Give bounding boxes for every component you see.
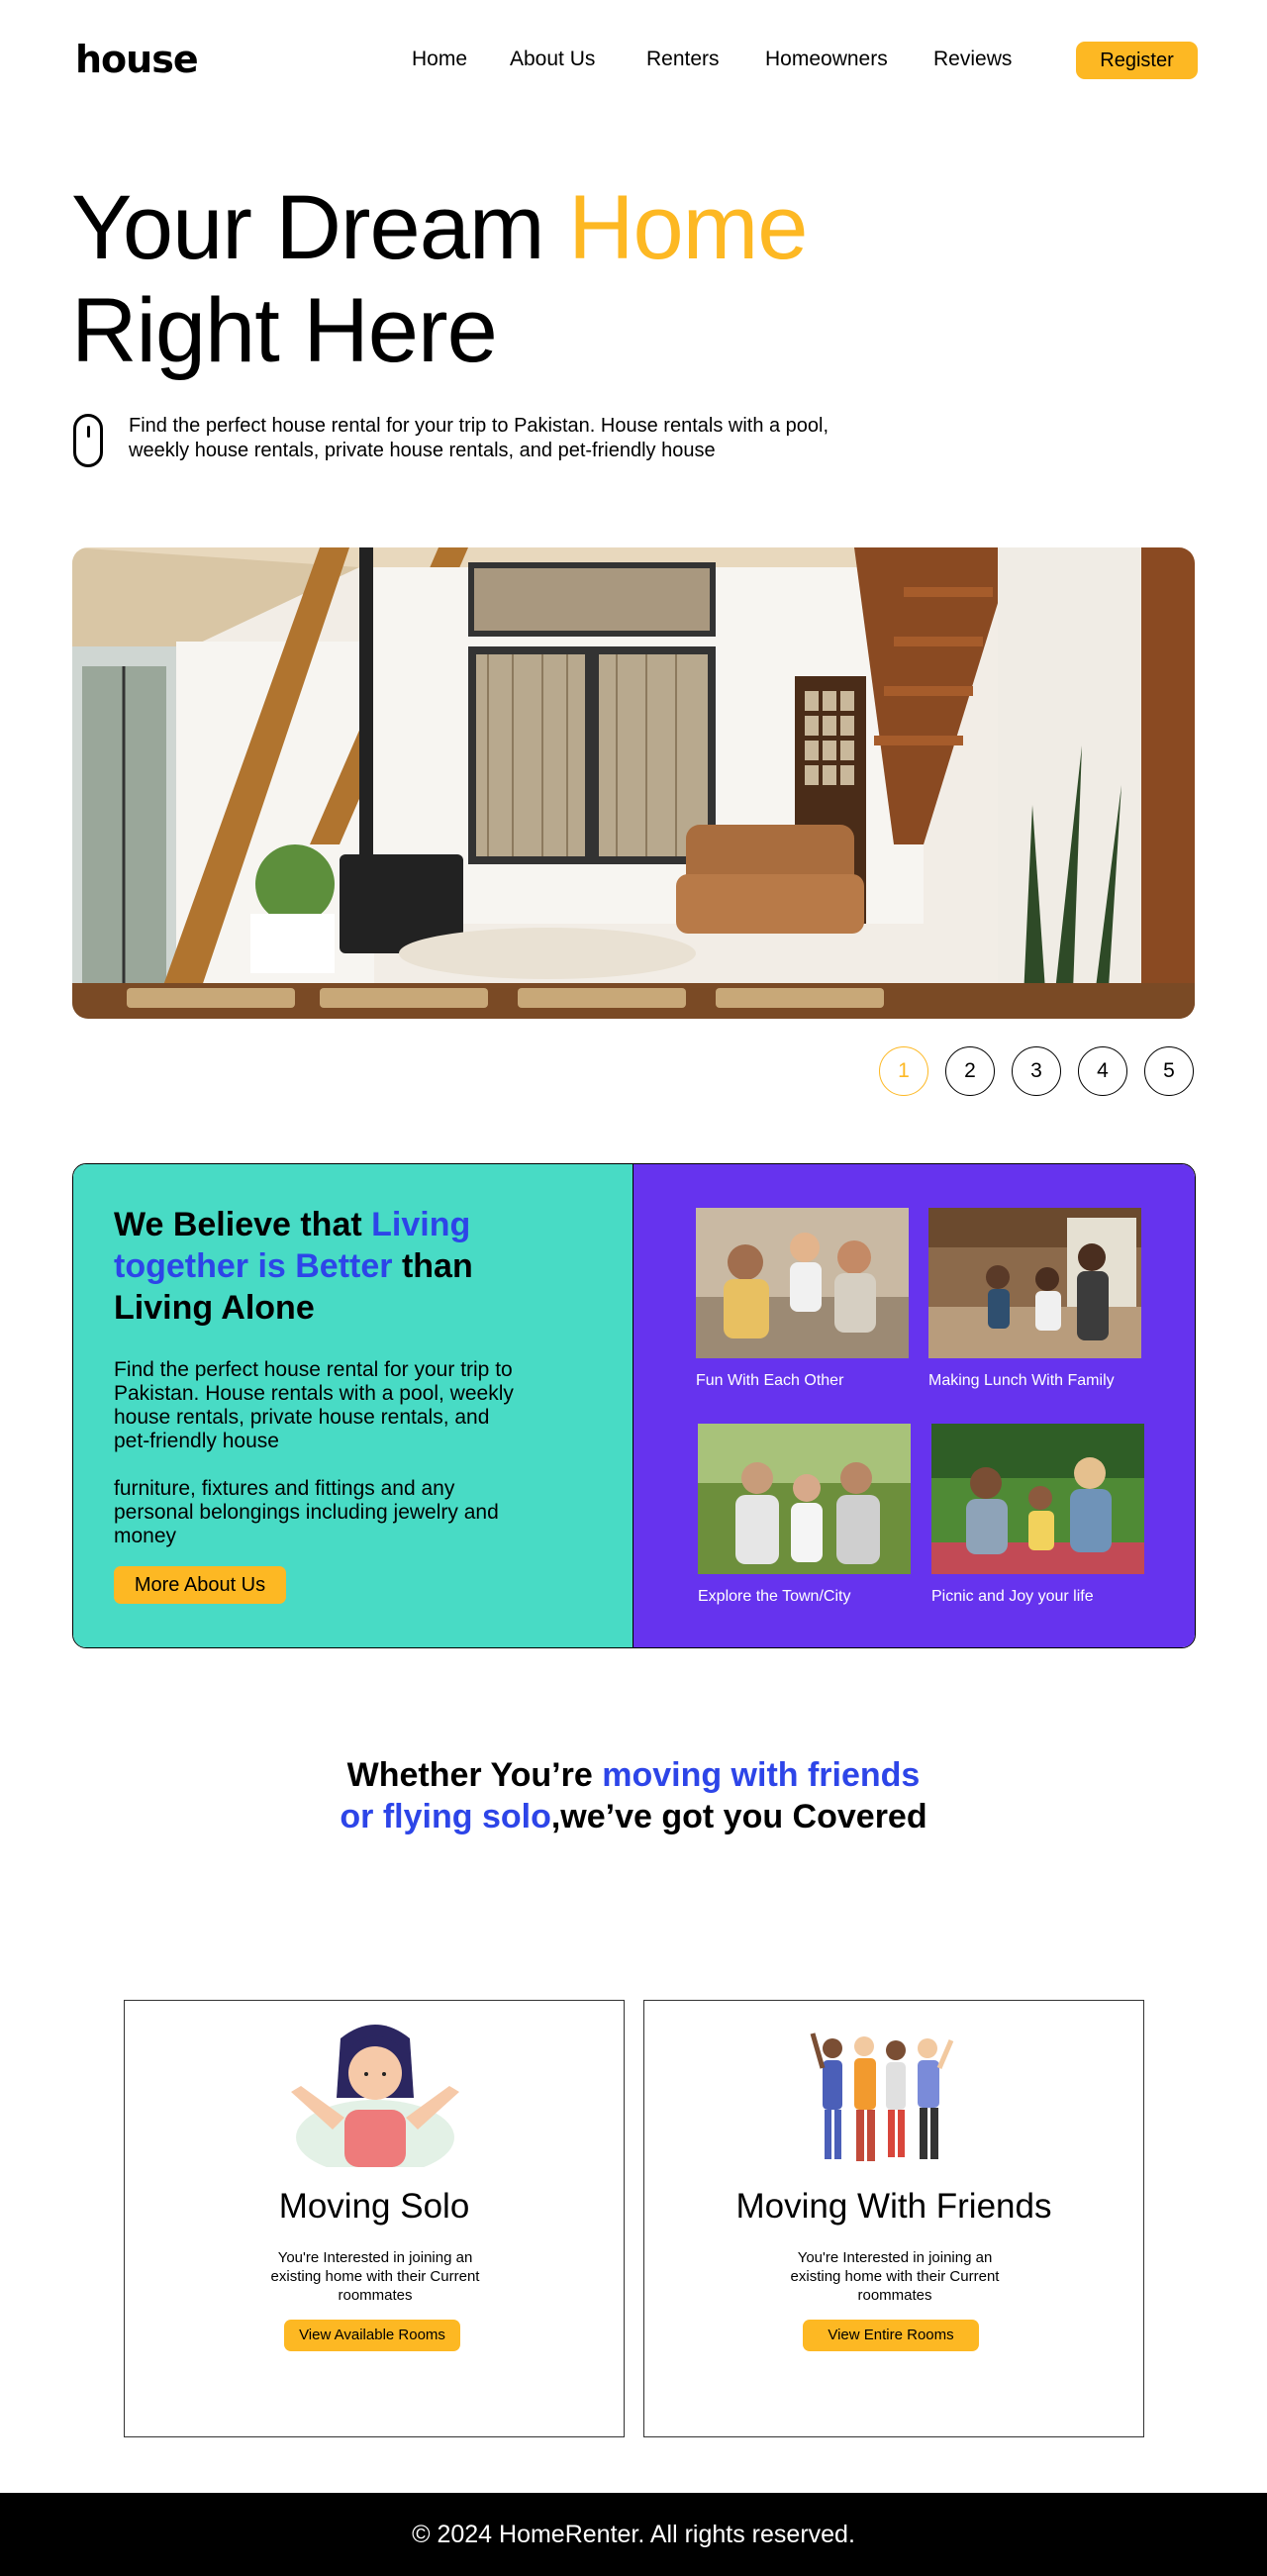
hero-description: Find the perfect house rental for your t… bbox=[129, 415, 829, 461]
more-about-us-button[interactable]: More About Us bbox=[114, 1566, 286, 1604]
carousel-page-3[interactable]: 3 bbox=[1012, 1046, 1061, 1096]
photo-card[interactable]: Fun With Each Other bbox=[696, 1208, 909, 1390]
moving-solo-description: You're Interested in joining an existing… bbox=[270, 2249, 480, 2304]
family-photo bbox=[696, 1208, 909, 1358]
believe-title-part1: We Believe that bbox=[114, 1206, 372, 1243]
photo-card[interactable]: Making Lunch With Family bbox=[928, 1208, 1141, 1390]
hero-title: Your Dream Home Right Here bbox=[71, 176, 808, 382]
moving-with-friends-title: Moving With Friends bbox=[735, 2187, 1052, 2226]
carousel-page-5[interactable]: 5 bbox=[1144, 1046, 1194, 1096]
hero-title-accent: Home bbox=[568, 177, 808, 278]
view-entire-rooms-button[interactable]: View Entire Rooms bbox=[803, 2320, 979, 2351]
solo-person-illustration bbox=[125, 2019, 624, 2175]
photo-card[interactable]: Picnic and Joy your life bbox=[931, 1424, 1144, 1606]
nav-link-homeowners[interactable]: Homeowners bbox=[765, 48, 888, 71]
photo-caption: Making Lunch With Family bbox=[928, 1372, 1115, 1389]
moving-solo-card: Moving Solo You're Interested in joining… bbox=[124, 2000, 625, 2437]
footer: © 2024 HomeRenter. All rights reserved. bbox=[0, 2493, 1267, 2576]
mouse-scroll-icon bbox=[73, 414, 103, 467]
photo-card[interactable]: Explore the Town/City bbox=[698, 1424, 911, 1606]
moving-with-friends-card: Moving With Friends You're Interested in… bbox=[643, 2000, 1144, 2437]
family-photo bbox=[928, 1208, 1141, 1358]
carousel-page-2[interactable]: 2 bbox=[945, 1046, 995, 1096]
site-logo[interactable]: house bbox=[75, 38, 199, 81]
covered-title: Whether You’re moving with friends or fl… bbox=[337, 1754, 930, 1837]
family-photo bbox=[931, 1424, 1144, 1574]
believe-paragraph-2: furniture, fixtures and fittings and any… bbox=[114, 1477, 499, 1547]
living-room-illustration bbox=[72, 547, 1195, 1019]
believe-photo-panel: Fun With Each Other Making Lunch With Fa… bbox=[634, 1164, 1195, 1647]
photo-caption: Fun With Each Other bbox=[696, 1372, 844, 1389]
family-photo bbox=[698, 1424, 911, 1574]
footer-copyright: © 2024 HomeRenter. All rights reserved. bbox=[412, 2521, 855, 2548]
hero-image bbox=[72, 547, 1195, 1019]
believe-paragraph-1: Find the perfect house rental for your t… bbox=[114, 1358, 514, 1452]
moving-with-friends-description: You're Interested in joining an existing… bbox=[790, 2249, 1000, 2304]
logo-text: house bbox=[75, 38, 199, 81]
believe-section: We Believe that Living together is Bette… bbox=[72, 1163, 1196, 1648]
carousel-page-4[interactable]: 4 bbox=[1078, 1046, 1127, 1096]
top-nav: house Home About Us Renters Homeowners R… bbox=[0, 0, 1267, 119]
photo-caption: Picnic and Joy your life bbox=[931, 1588, 1094, 1605]
nav-link-renters[interactable]: Renters bbox=[646, 48, 720, 71]
covered-title-part1: Whether You’re bbox=[346, 1756, 603, 1794]
believe-title: We Believe that Living together is Bette… bbox=[114, 1204, 569, 1329]
nav-link-reviews[interactable]: Reviews bbox=[933, 48, 1012, 71]
register-button[interactable]: Register bbox=[1076, 42, 1198, 79]
believe-text-panel: We Believe that Living together is Bette… bbox=[73, 1164, 634, 1647]
hero-title-part2: Right Here bbox=[71, 280, 498, 381]
view-available-rooms-button[interactable]: View Available Rooms bbox=[284, 2320, 460, 2351]
moving-solo-title: Moving Solo bbox=[278, 2187, 470, 2226]
hero-title-part1: Your Dream bbox=[71, 177, 569, 278]
nav-link-home[interactable]: Home bbox=[412, 48, 467, 71]
photo-caption: Explore the Town/City bbox=[698, 1588, 851, 1605]
friends-group-illustration bbox=[644, 2019, 1143, 2167]
covered-title-part2: ,we’ve got you Covered bbox=[550, 1798, 927, 1835]
nav-link-about-us[interactable]: About Us bbox=[510, 48, 595, 71]
carousel-page-1[interactable]: 1 bbox=[879, 1046, 928, 1096]
